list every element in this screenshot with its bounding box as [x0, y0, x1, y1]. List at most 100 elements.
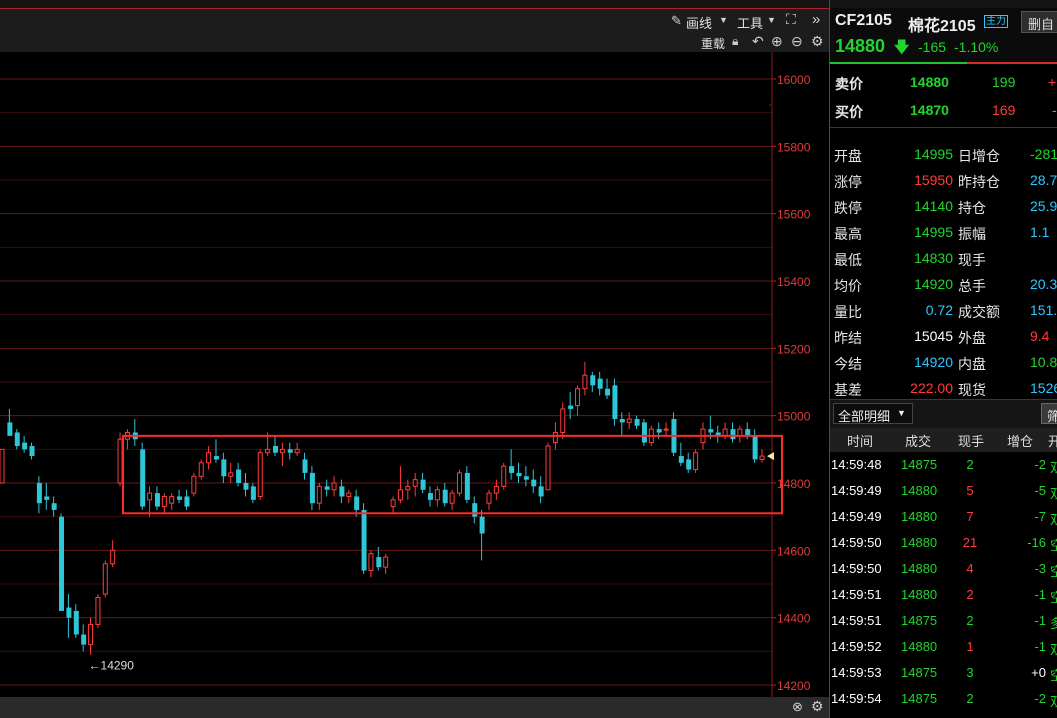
tick-row[interactable]: 14:59:50 14880 21 -16 空	[830, 530, 1057, 556]
y-tick-label: 15800	[777, 140, 811, 154]
candle-body	[405, 485, 411, 491]
candle-body	[472, 503, 478, 517]
tick-row[interactable]: 14:59:49 14880 7 -7 双	[830, 504, 1057, 530]
fullscreen-icon[interactable]: ⛶	[786, 11, 796, 28]
symbol-name: 棉花2105	[908, 18, 976, 35]
delete-button[interactable]: 删自	[1021, 11, 1057, 33]
candle-body	[161, 495, 167, 508]
candle-body	[250, 486, 256, 500]
stat-value: 20.36	[1030, 276, 1057, 292]
zoom-in-icon[interactable]: ⊕	[771, 33, 783, 50]
close-icon[interactable]: ⊗	[792, 699, 803, 715]
candle-body	[294, 448, 300, 454]
settings-icon[interactable]: ⚙	[811, 698, 824, 715]
y-tick-label: 15400	[777, 275, 811, 289]
stats-row: 均价14920总手20.36	[830, 271, 1057, 297]
candle-body	[279, 448, 285, 454]
zoom-out-icon[interactable]: ⊖	[791, 33, 803, 50]
tick-row[interactable]: 14:59:48 14875 2 -2 双	[830, 452, 1057, 478]
undo-icon[interactable]: ↶	[752, 33, 764, 50]
pencil-icon[interactable]: ✎	[671, 13, 682, 29]
bid-extra: -	[1052, 102, 1057, 118]
candle-body	[22, 442, 28, 450]
candle-body	[44, 496, 50, 500]
tick-type: 双	[1050, 483, 1057, 502]
chart-subtoolbar: 重载 🔒︎ ↶ ⊕ ⊖ ⚙	[0, 33, 829, 52]
draw-line-menu[interactable]: 画线	[686, 13, 712, 32]
candle-body	[730, 429, 736, 440]
candle-body	[442, 489, 448, 504]
candle-body	[449, 492, 455, 504]
tick-volume: 3	[966, 665, 974, 680]
reload-button[interactable]: 重载	[701, 35, 725, 52]
candle-body	[257, 452, 263, 497]
tick-type: 空	[1050, 535, 1057, 554]
tick-price: 14875	[901, 665, 938, 680]
candle-body	[110, 549, 116, 565]
tools-menu[interactable]: 工具	[737, 13, 763, 32]
tick-row[interactable]: 14:59:51 14875 2 -1 多	[830, 608, 1057, 634]
tick-row[interactable]: 14:59:49 14880 5 -5 双	[830, 478, 1057, 504]
stats-row: 昨结 15045 外盘 9.4	[830, 323, 1057, 349]
chart-bottom-bar: ⊗ ⚙	[0, 697, 829, 718]
bid-row: 买价 14870 169 -	[835, 102, 1057, 120]
candle-body	[59, 516, 65, 611]
candle-body	[383, 556, 389, 568]
candle-body	[66, 607, 72, 618]
tick-row[interactable]: 14:59:51 14880 2 -1 空	[830, 582, 1057, 608]
lock-icon[interactable]: 🔒︎	[732, 34, 738, 49]
candle-body	[346, 492, 352, 497]
candle-body	[575, 388, 581, 407]
tick-time: 14:59:54	[831, 691, 882, 706]
stat-value: 1.1	[1030, 224, 1050, 240]
stat-value: 14830	[914, 250, 953, 266]
filter-button[interactable]: 筛	[1041, 403, 1057, 424]
candle-body	[693, 452, 699, 471]
stats-row: 涨停15950昨持仓28.75	[830, 167, 1057, 193]
candle-body	[597, 378, 603, 389]
candle-body	[486, 492, 492, 504]
tick-price: 14875	[901, 457, 938, 472]
tick-oi-change: +0	[1031, 665, 1046, 680]
y-tick-label: 15200	[777, 342, 811, 356]
y-tick-label: 14200	[777, 679, 811, 693]
divider	[830, 127, 1057, 128]
bid-price: 14870	[910, 102, 949, 118]
top-strip	[0, 0, 829, 8]
candle-body	[273, 445, 279, 453]
tick-volume: 21	[962, 535, 978, 550]
chevron-down-icon[interactable]: ▼	[719, 15, 728, 25]
tick-time: 14:59:50	[831, 561, 882, 576]
candle-body	[516, 472, 522, 477]
candle-body	[213, 456, 219, 460]
candle-body	[752, 435, 758, 460]
candle-body	[243, 483, 249, 490]
stat-value: 222.00	[910, 380, 953, 396]
candle-body	[324, 486, 330, 490]
candle-body	[708, 429, 714, 433]
tick-row[interactable]: 14:59:53 14875 3 +0 空	[830, 660, 1057, 686]
y-tick-label: 14600	[777, 544, 811, 558]
tick-oi-change: -2	[1034, 457, 1046, 472]
tick-row[interactable]: 14:59:54 14875 2 -2 双	[830, 686, 1057, 712]
chevron-down-icon[interactable]: ▼	[897, 408, 906, 418]
tick-volume: 7	[966, 509, 974, 524]
tick-price: 14875	[901, 613, 938, 628]
expand-right-icon[interactable]: »	[812, 11, 820, 28]
tick-row[interactable]: 14:59:50 14880 4 -3 空	[830, 556, 1057, 582]
last-price: 14880	[835, 36, 886, 56]
tick-time: 14:59:49	[831, 483, 882, 498]
last-price-marker	[767, 452, 774, 461]
candle-body	[501, 465, 507, 487]
change-bar-green	[830, 62, 967, 64]
candle-body	[117, 438, 123, 484]
kline-chart-panel[interactable]: ✎ 画线 ▼ 工具 ▼ ⛶ » 重载 🔒︎ ↶ ⊕ ⊖ ⚙ 16000 15800…	[0, 0, 829, 718]
chevron-down-icon[interactable]: ▼	[767, 15, 776, 25]
stat-value: 15267	[1030, 380, 1057, 396]
settings-icon[interactable]: ⚙	[811, 33, 824, 50]
tick-row[interactable]: 14:59:52 14880 1 -1 双	[830, 634, 1057, 660]
candle-body	[95, 596, 101, 625]
tick-volume: 2	[966, 691, 974, 706]
stat-label: 成交额	[958, 304, 1000, 320]
candlestick-chart[interactable]: 1600015800156001540015200150001480014600…	[0, 52, 829, 697]
